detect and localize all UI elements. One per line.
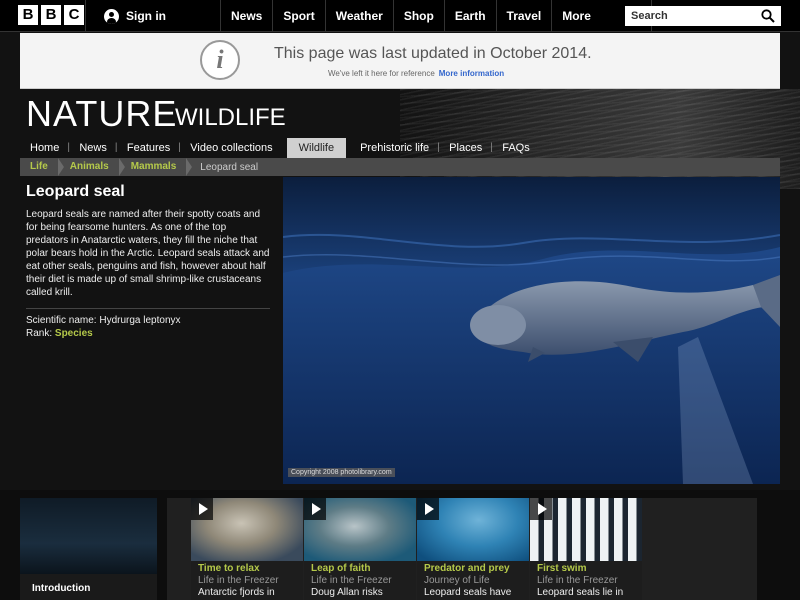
introduction-thumbnail [20,498,157,574]
nav-earth[interactable]: Earth [445,0,497,32]
clip-programme: Life in the Freezer [311,575,392,586]
bbc-logo[interactable]: B B C [18,5,84,25]
play-icon[interactable] [417,498,439,520]
video-clip-card[interactable]: First swim Life in the Freezer Leopard s… [530,498,642,600]
video-clip-card[interactable]: Leap of faith Life in the Freezer Doug A… [304,498,416,600]
tab-prehistoric-life[interactable]: Prehistoric life [350,138,439,158]
introduction-card[interactable]: Introduction [20,498,157,600]
user-icon [104,8,119,24]
sign-in-label: Sign in [126,9,166,23]
video-clip-card[interactable]: Predator and prey Journey of Life Leopar… [417,498,529,600]
play-icon[interactable] [530,498,552,520]
page-subtitle[interactable]: WILDLIFE [175,104,286,132]
species-title: Leopard seal [26,183,125,200]
species-info-panel: Leopard seal Leopard seals are named aft… [20,176,282,484]
tab-places[interactable]: Places [437,138,492,158]
breadcrumb-life[interactable]: Life [20,158,64,176]
breadcrumb-mammals[interactable]: Mammals [121,158,192,176]
play-icon[interactable] [304,498,326,520]
divider [26,308,270,309]
nav-travel[interactable]: Travel [497,0,553,32]
nav-weather[interactable]: Weather [326,0,394,32]
nav-more-label: More [562,9,591,23]
clip-title: Leap of faith [311,563,371,574]
clip-title: Predator and prey [424,563,510,574]
rank-label: Rank: [26,328,53,339]
nav-news[interactable]: News [221,0,274,32]
rank-line: Rank: Species [26,328,93,339]
nav-shop[interactable]: Shop [394,0,445,32]
breadcrumb-current: Leopard seal [200,161,259,173]
tab-video-collections[interactable]: Video collections [178,138,282,158]
clip-description: Doug Allan risks [311,587,383,598]
breadcrumb-animals[interactable]: Animals [60,158,125,176]
video-clip-card[interactable]: Time to relax Life in the Freezer Antarc… [191,498,303,600]
search-icon[interactable] [761,9,775,23]
breadcrumb: Life Animals Mammals Leopard seal [20,158,780,176]
notice-subtitle-text: We've left it here for reference [328,69,435,78]
bbc-logo-letter-b2: B [41,5,61,25]
leopard-seal-illustration [283,177,780,484]
leopard-seal-photo: Copyright 2008 photolibrary.com [283,177,780,484]
bbc-nav: News Sport Weather Shop Earth Travel Mor… [221,0,653,32]
clip-programme: Journey of Life [424,575,490,586]
clip-programme: Life in the Freezer [198,575,279,586]
tab-news[interactable]: News [67,138,117,158]
tab-faqs[interactable]: FAQs [490,138,540,158]
species-description: Leopard seals are named after their spot… [26,209,270,298]
notice-title: This page was last updated in October 20… [274,45,592,62]
bbc-logo-letter-b1: B [18,5,38,25]
clip-programme: Life in the Freezer [537,575,618,586]
clip-description: Leopard seals lie in [537,587,624,598]
search-box [625,6,781,26]
clip-description: Leopard seals have [424,587,512,598]
scientific-name: Scientific name: Hydrurga leptonyx [26,315,181,326]
clip-title: Time to relax [198,563,260,574]
sign-in-button[interactable]: Sign in [85,0,221,32]
search-input[interactable] [625,6,755,26]
play-icon[interactable] [191,498,213,520]
more-information-link[interactable]: More information [439,69,504,78]
section-nav: Home News Features Video collections Wil… [20,138,540,158]
notice-subtitle: We've left it here for reference More inf… [328,69,504,78]
nav-sport[interactable]: Sport [273,0,326,32]
clip-description: Antarctic fjords in [198,587,275,598]
clip-title: First swim [537,563,587,574]
info-icon: i [200,40,240,80]
bbc-global-bar: B B C Sign in News Sport Weather Shop Ea… [0,0,800,32]
introduction-label: Introduction [32,583,91,594]
page-title[interactable]: NATURE [26,93,177,135]
photo-copyright: Copyright 2008 photolibrary.com [288,468,395,477]
bbc-logo-letter-c: C [64,5,84,25]
rank-species-link[interactable]: Species [55,328,93,339]
tab-features[interactable]: Features [115,138,180,158]
archive-notice: i This page was last updated in October … [20,33,780,89]
tab-home[interactable]: Home [20,138,69,158]
tab-wildlife[interactable]: Wildlife [286,138,347,158]
